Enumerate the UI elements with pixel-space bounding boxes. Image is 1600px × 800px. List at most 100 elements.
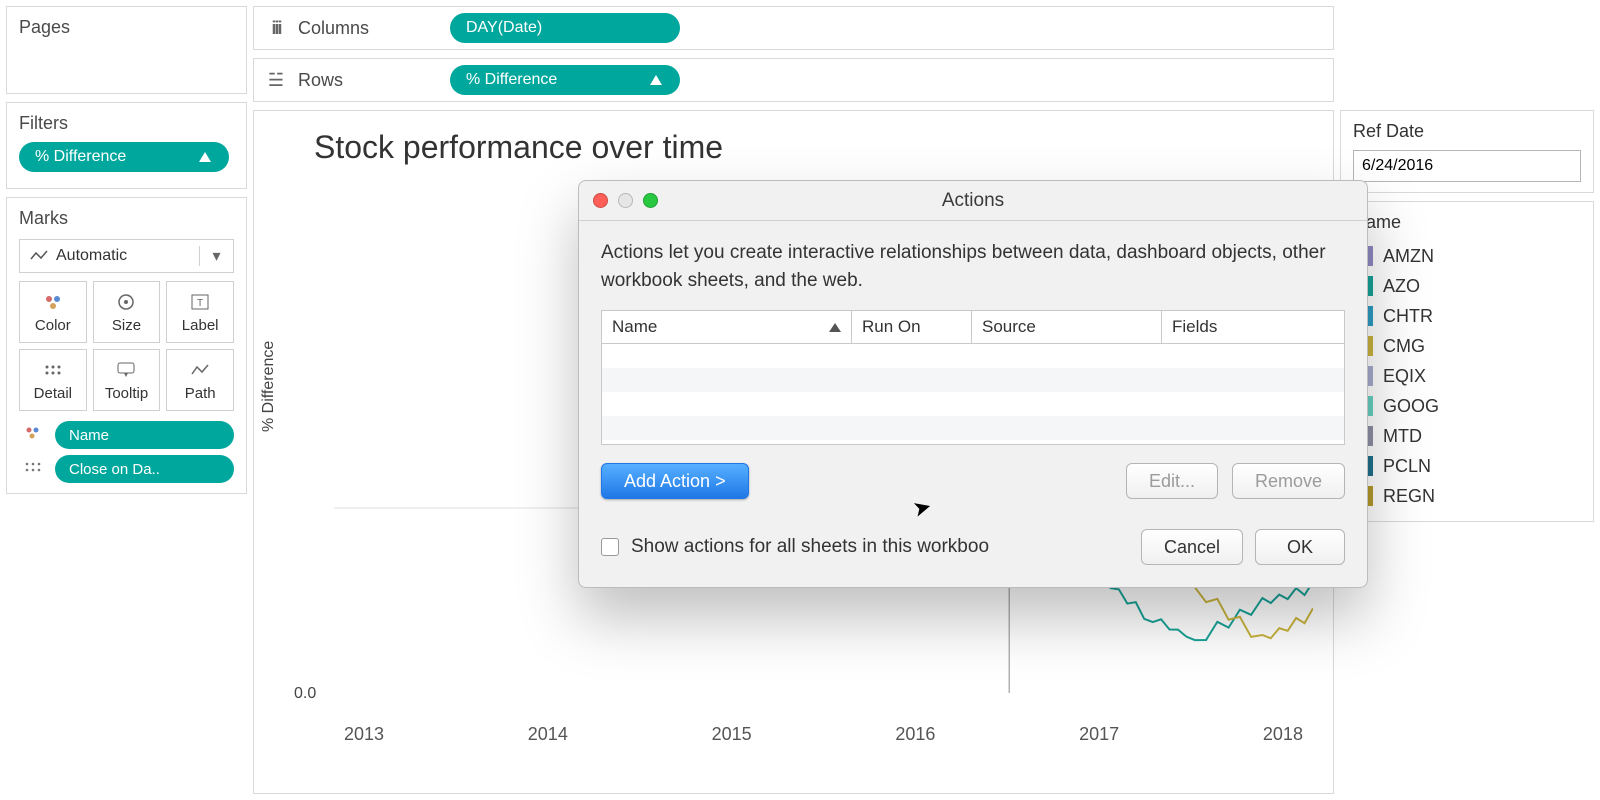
mark-card-label[interactable]: T Label — [166, 281, 234, 343]
mark-card-path[interactable]: Path — [166, 349, 234, 411]
label-icon: T — [191, 291, 209, 313]
marks-type-select[interactable]: Automatic ▾ — [19, 239, 234, 273]
tooltip-icon — [116, 359, 136, 381]
show-all-label: Show actions for all sheets in this work… — [631, 536, 1129, 558]
legend-label: AZO — [1383, 276, 1420, 297]
legend-item[interactable]: PCLN — [1353, 451, 1581, 481]
mark-card-tooltip[interactable]: Tooltip — [93, 349, 161, 411]
rows-icon: ☱ — [266, 70, 286, 91]
triangle-icon — [199, 152, 211, 162]
legend-item[interactable]: MTD — [1353, 421, 1581, 451]
rows-label: Rows — [298, 70, 438, 91]
legend-label: PCLN — [1383, 456, 1431, 477]
mark-card-label: Detail — [34, 385, 72, 402]
mark-pill-label: Name — [69, 427, 109, 444]
mark-card-label: Tooltip — [105, 385, 148, 402]
table-row[interactable] — [602, 416, 1344, 440]
table-header-name[interactable]: Name — [602, 311, 852, 343]
dialog-titlebar[interactable]: Actions — [579, 181, 1367, 221]
actions-dialog: Actions Actions let you create interacti… — [578, 180, 1368, 588]
x-tick: 2017 — [1079, 724, 1119, 745]
pages-panel: Pages — [6, 6, 247, 94]
legend-label: CMG — [1383, 336, 1425, 357]
legend-item[interactable]: CHTR — [1353, 301, 1581, 331]
x-tick: 2013 — [344, 724, 384, 745]
legend-item[interactable]: GOOG — [1353, 391, 1581, 421]
ref-date-panel: Ref Date — [1340, 110, 1594, 193]
mark-pill-label: Close on Da.. — [69, 461, 160, 478]
ok-button[interactable]: OK — [1255, 529, 1345, 565]
sort-asc-icon — [829, 323, 841, 332]
pages-title: Pages — [19, 17, 234, 38]
x-tick: 2016 — [895, 724, 935, 745]
legend-item[interactable]: AZO — [1353, 271, 1581, 301]
filters-title: Filters — [19, 113, 234, 134]
table-row[interactable] — [602, 368, 1344, 392]
mark-card-color[interactable]: Color — [19, 281, 87, 343]
viz-title: Stock performance over time — [314, 129, 1309, 166]
mark-card-label: Path — [185, 385, 216, 402]
table-body — [602, 344, 1344, 444]
table-header-source[interactable]: Source — [972, 311, 1162, 343]
legend-label: REGN — [1383, 486, 1435, 507]
legend-label: AMZN — [1383, 246, 1434, 267]
add-action-button[interactable]: Add Action > — [601, 463, 749, 499]
filter-pill-label: % Difference — [35, 148, 126, 166]
line-icon — [30, 249, 48, 263]
mark-pill-close-on-date[interactable]: Close on Da.. — [55, 455, 234, 483]
mark-card-detail[interactable]: Detail — [19, 349, 87, 411]
table-header-run-on[interactable]: Run On — [852, 311, 972, 343]
legend-label: CHTR — [1383, 306, 1433, 327]
marks-select-label: Automatic — [56, 247, 127, 265]
triangle-icon — [650, 75, 662, 85]
table-row[interactable] — [602, 392, 1344, 416]
pill-label: DAY(Date) — [466, 19, 542, 37]
legend-item[interactable]: EQIX — [1353, 361, 1581, 391]
rows-pill-pct-difference[interactable]: % Difference — [450, 65, 680, 95]
columns-shelf[interactable]: iii Columns DAY(Date) — [253, 6, 1334, 50]
remove-button[interactable]: Remove — [1232, 463, 1345, 499]
x-tick: 2015 — [712, 724, 752, 745]
chevron-down-icon: ▾ — [199, 246, 233, 266]
marks-title: Marks — [19, 208, 234, 229]
legend-item[interactable]: AMZN — [1353, 241, 1581, 271]
detail-dots-icon — [19, 460, 47, 478]
y-axis-zero: 0.0 — [294, 685, 316, 703]
columns-icon: iii — [266, 18, 286, 39]
legend-label: EQIX — [1383, 366, 1426, 387]
cancel-button[interactable]: Cancel — [1141, 529, 1243, 565]
legend-item[interactable]: CMG — [1353, 331, 1581, 361]
table-header-fields[interactable]: Fields — [1162, 311, 1344, 343]
detail-icon — [43, 359, 63, 381]
ref-date-input[interactable] — [1353, 150, 1581, 182]
size-icon — [115, 291, 137, 313]
dialog-title: Actions — [579, 190, 1367, 212]
legend-title: Name — [1353, 212, 1581, 233]
legend-item[interactable]: REGN — [1353, 481, 1581, 511]
actions-table: Name Run On Source Fields — [601, 310, 1345, 445]
columns-label: Columns — [298, 18, 438, 39]
filter-pill-pct-difference[interactable]: % Difference — [19, 142, 229, 172]
rows-shelf[interactable]: ☱ Rows % Difference — [253, 58, 1334, 102]
x-tick: 2018 — [1263, 724, 1303, 745]
mark-pill-name[interactable]: Name — [55, 421, 234, 449]
legend-label: GOOG — [1383, 396, 1439, 417]
legend-label: MTD — [1383, 426, 1422, 447]
marks-panel: Marks Automatic ▾ Color — [6, 197, 247, 494]
x-axis: 2013 2014 2015 2016 2017 2018 — [344, 724, 1303, 745]
ref-date-label: Ref Date — [1353, 121, 1581, 142]
legend-panel: Name AMZN AZO CHTR CMG EQIX GOOG MTD PCLN REGN — [1340, 201, 1594, 522]
table-row[interactable] — [602, 344, 1344, 368]
x-tick: 2014 — [528, 724, 568, 745]
mark-card-label: Color — [35, 317, 71, 334]
mark-card-size[interactable]: Size — [93, 281, 161, 343]
filters-panel: Filters % Difference — [6, 102, 247, 189]
pill-label: % Difference — [466, 71, 557, 89]
columns-pill-day-date[interactable]: DAY(Date) — [450, 13, 680, 43]
color-dots-icon — [19, 426, 47, 445]
show-all-checkbox[interactable] — [601, 538, 619, 556]
edit-button[interactable]: Edit... — [1126, 463, 1218, 499]
color-icon — [43, 291, 63, 313]
mark-card-label: Label — [182, 317, 219, 334]
mark-card-label: Size — [112, 317, 141, 334]
